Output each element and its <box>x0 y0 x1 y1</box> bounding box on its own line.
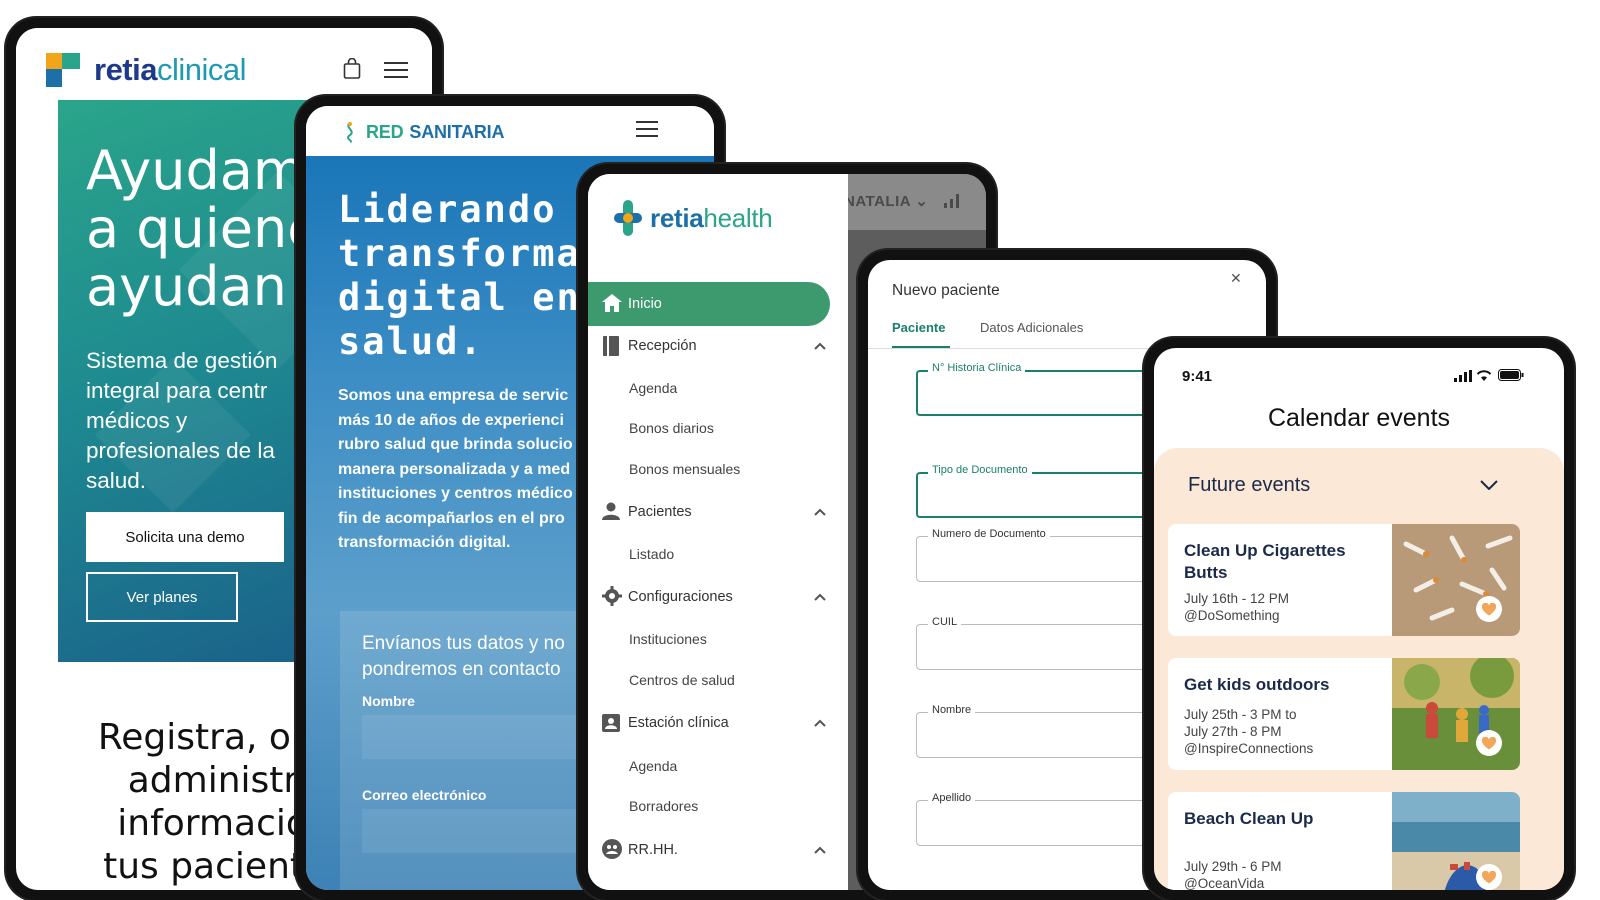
book-icon <box>603 336 619 356</box>
apellido-label: Apellido <box>928 792 976 804</box>
showcase-stage: retiaclinical Ayudam a quiene ayudan Sis… <box>0 0 1600 900</box>
battery-icon <box>1498 369 1524 381</box>
event-card[interactable]: Clean Up Cigarettes Butts July 16th - 12… <box>1168 524 1520 636</box>
event-title: Clean Up Cigarettes Butts <box>1184 541 1346 582</box>
nav-subitem-agenda-clinica[interactable]: Agenda <box>629 758 677 774</box>
chevron-down-icon[interactable] <box>1480 480 1498 490</box>
nav-subitem-centros-de-salud[interactable]: Centros de salud <box>629 672 735 688</box>
logo-mark-icon <box>46 53 80 87</box>
favorite-button[interactable] <box>1476 596 1502 622</box>
kids-outdoors-image <box>1392 658 1520 770</box>
cuil-label: CUIL <box>928 616 962 628</box>
heart-icon <box>1482 602 1496 615</box>
nav-subitem-instituciones[interactable]: Instituciones <box>629 631 707 647</box>
event-title: Get kids outdoors <box>1184 675 1330 694</box>
heart-icon <box>1482 870 1496 883</box>
chevron-up-icon[interactable] <box>814 593 826 601</box>
event-meta: July 29th - 6 PM @OceanVida <box>1184 859 1282 890</box>
chevron-up-icon[interactable] <box>814 846 826 854</box>
chevron-up-icon[interactable] <box>814 719 826 727</box>
brand-wordmark: retiaclinical <box>94 52 247 87</box>
person-icon <box>602 502 620 520</box>
gear-icon <box>602 586 622 606</box>
redsanitaria-logo[interactable]: RED SANITARIA <box>340 121 504 143</box>
close-icon[interactable]: ✕ <box>1230 270 1242 287</box>
future-events-header[interactable]: Future events <box>1188 474 1310 497</box>
brand-wordmark: retiahealth <box>650 202 773 233</box>
event-title: Beach Clean Up <box>1184 809 1314 828</box>
heart-icon <box>1482 736 1496 749</box>
events-panel: Future events Clean Up Cigarettes Butts … <box>1154 448 1564 890</box>
favorite-button[interactable] <box>1476 864 1502 890</box>
site-header: RED SANITARIA <box>306 106 714 156</box>
name-label: Nombre <box>362 693 415 709</box>
signal-bars-icon <box>944 194 959 208</box>
cigarette-butts-image <box>1392 524 1520 636</box>
status-time: 9:41 <box>1182 368 1213 385</box>
nombre-label: Nombre <box>928 704 976 716</box>
health-cross-icon <box>614 200 642 236</box>
tipo-documento-label: Tipo de Documento <box>928 464 1032 476</box>
caduceus-icon <box>347 122 353 143</box>
nav-subitem-bonos-mensuales[interactable]: Bonos mensuales <box>629 461 740 477</box>
page-title: Calendar events <box>1267 404 1451 432</box>
phone-screen: 9:41 Calendar events Future events Clean… <box>1154 348 1564 890</box>
hamburger-menu-icon[interactable] <box>636 121 658 137</box>
dialog-title: Nuevo paciente <box>892 282 1000 299</box>
user-menu[interactable]: NATALIA ⌄ <box>844 192 928 210</box>
hero-title: Ayudam a quiene ayudan <box>86 139 321 318</box>
email-label: Correo electrónico <box>362 787 487 803</box>
nav-subitem-agenda[interactable]: Agenda <box>629 380 677 396</box>
tab-datos-adicionales[interactable]: Datos Adicionales <box>980 320 1083 335</box>
people-icon <box>602 839 622 859</box>
event-card[interactable]: Beach Clean Up July 29th - 6 PM @OceanVi… <box>1168 792 1520 890</box>
event-card[interactable]: Get kids outdoors July 25th - 3 PM to Ju… <box>1168 658 1520 770</box>
navigation-drawer: retiahealth Inicio Recepción Agenda Bono… <box>588 174 848 890</box>
clipboard-icon <box>602 714 620 732</box>
retiahealth-logo[interactable]: retiahealth <box>614 200 773 236</box>
nav-subitem-listado[interactable]: Listado <box>629 546 674 562</box>
numero-documento-label: Numero de Documento <box>928 528 1050 540</box>
signal-bars-icon <box>1454 370 1472 382</box>
phone-calendar-events: 9:41 Calendar events Future events Clean… <box>1144 338 1574 900</box>
view-plans-button[interactable]: Ver planes <box>86 572 238 622</box>
chevron-up-icon[interactable] <box>814 342 826 350</box>
nav-subitem-borradores[interactable]: Borradores <box>629 798 698 814</box>
request-demo-button[interactable]: Solicita una demo <box>86 512 284 562</box>
nav-item-inicio[interactable]: Inicio <box>588 282 830 326</box>
home-icon <box>602 294 622 312</box>
event-meta: July 16th - 12 PM @DoSomething <box>1184 591 1290 623</box>
nav-subitem-bonos-diarios[interactable]: Bonos diarios <box>629 420 714 436</box>
form-title: Envíanos tus datos y no pondremos en con… <box>362 633 565 680</box>
hamburger-menu-icon[interactable] <box>384 62 408 78</box>
retiaclinical-logo[interactable]: retiaclinical <box>46 52 247 88</box>
tab-paciente[interactable]: Paciente <box>892 320 945 335</box>
favorite-button[interactable] <box>1476 730 1502 756</box>
chevron-up-icon[interactable] <box>814 508 826 516</box>
event-meta: July 25th - 3 PM to July 27th - 8 PM @In… <box>1184 707 1314 756</box>
wifi-icon <box>1476 370 1492 381</box>
historia-clinica-label: N° Historia Clínica <box>928 362 1026 374</box>
shopping-bag-icon[interactable] <box>343 58 361 80</box>
